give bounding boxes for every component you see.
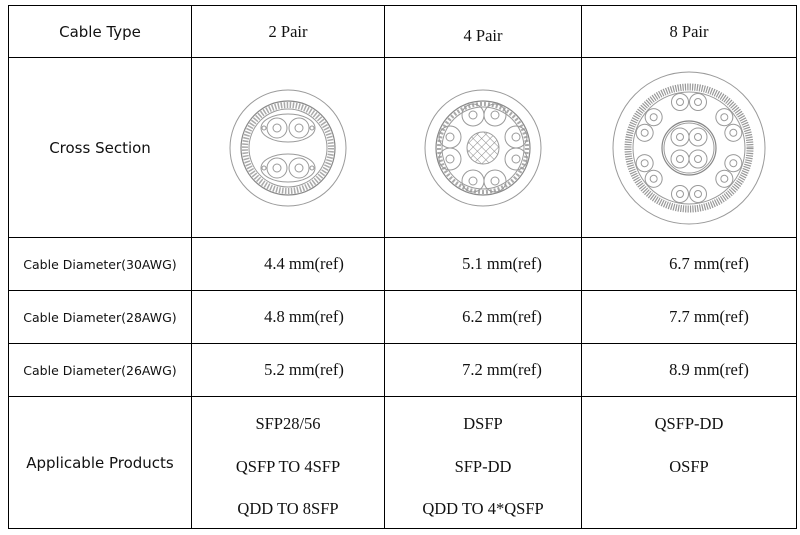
diameter-26awg-4-pair: 7.2 mm(ref) <box>384 343 582 397</box>
products-4-pair-cell: DSFP SFP-DD QDD TO 4*QSFP <box>384 396 582 529</box>
cable-cross-section-2-pair-image <box>229 89 347 206</box>
diameter-30awg-4-pair: 5.1 mm(ref) <box>384 237 582 291</box>
product-item: SFP-DD <box>454 456 512 476</box>
products-2-pair-cell: SFP28/56 QSFP TO 4SFP QDD TO 8SFP <box>191 396 385 529</box>
row-label-diameter-26awg: Cable Diameter(26AWG) <box>8 343 192 397</box>
product-item: OSFP <box>669 456 709 476</box>
cable-cross-section-8-pair-image <box>612 71 766 224</box>
column-header-4-pair: 4 Pair <box>384 5 582 58</box>
row-label-cable-type: Cable Type <box>8 5 192 58</box>
cable-cross-section-4-pair-image <box>424 89 542 206</box>
product-item: SFP28/56 <box>255 414 321 433</box>
product-item: QSFP-DD <box>654 414 724 433</box>
cross-section-4-pair-cell <box>384 57 582 238</box>
header-row: Cable Type 2 Pair 4 Pair 8 Pair <box>8 5 797 58</box>
row-label-diameter-30awg: Cable Diameter(30AWG) <box>8 237 192 291</box>
cross-section-2-pair-cell <box>191 57 385 238</box>
row-label-diameter-28awg: Cable Diameter(28AWG) <box>8 290 192 344</box>
diameter-28awg-4-pair: 6.2 mm(ref) <box>384 290 582 344</box>
diameter-row-28awg: Cable Diameter(28AWG) 4.8 mm(ref) 6.2 mm… <box>8 290 797 344</box>
cable-spec-table: Cable Type 2 Pair 4 Pair 8 Pair Cross Se… <box>8 5 797 529</box>
applicable-products-row: Applicable Products SFP28/56 QSFP TO 4SF… <box>8 396 797 529</box>
diameter-30awg-2-pair: 4.4 mm(ref) <box>191 237 385 291</box>
product-item: QDD TO 8SFP <box>237 499 339 518</box>
product-item: QSFP TO 4SFP <box>235 456 341 476</box>
column-header-8-pair: 8 Pair <box>581 5 797 58</box>
cross-section-8-pair-cell <box>581 57 797 238</box>
diameter-28awg-2-pair: 4.8 mm(ref) <box>191 290 385 344</box>
diameter-28awg-8-pair: 7.7 mm(ref) <box>581 290 797 344</box>
product-item: DSFP <box>463 414 503 433</box>
row-label-applicable-products: Applicable Products <box>8 396 192 529</box>
row-label-cross-section: Cross Section <box>8 57 192 238</box>
diameter-26awg-2-pair: 5.2 mm(ref) <box>191 343 385 397</box>
diameter-row-30awg: Cable Diameter(30AWG) 4.4 mm(ref) 5.1 mm… <box>8 237 797 291</box>
cross-section-row: Cross Section <box>8 57 797 238</box>
diameter-30awg-8-pair: 6.7 mm(ref) <box>581 237 797 291</box>
diameter-row-26awg: Cable Diameter(26AWG) 5.2 mm(ref) 7.2 mm… <box>8 343 797 397</box>
column-header-2-pair: 2 Pair <box>191 5 385 58</box>
diameter-26awg-8-pair: 8.9 mm(ref) <box>581 343 797 397</box>
product-item: QDD TO 4*QSFP <box>422 499 544 518</box>
products-8-pair-cell: QSFP-DD OSFP <box>581 396 797 529</box>
